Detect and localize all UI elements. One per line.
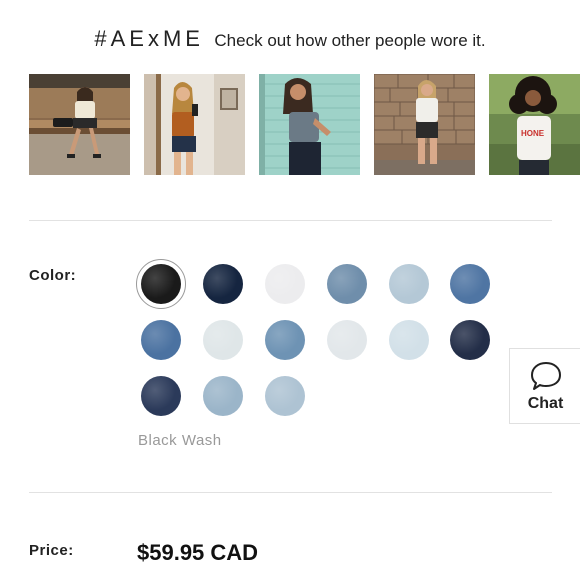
color-swatch-4[interactable] [327, 264, 367, 304]
price-label: Price: [29, 542, 74, 559]
gallery-photo-3[interactable] [259, 74, 360, 175]
ugc-header: #AExME Check out how other people wore i… [0, 26, 580, 52]
gallery-photo-4[interactable] [374, 74, 475, 175]
gallery-photo-5[interactable]: HONE [489, 74, 580, 175]
chat-button[interactable]: Chat [509, 348, 580, 424]
customer-photo-gallery: HONE [29, 74, 580, 175]
shirt-print: HONE [521, 129, 545, 138]
color-swatch-14[interactable] [203, 376, 243, 416]
hashtag: #AExME [94, 26, 204, 51]
color-swatch-11[interactable] [389, 320, 429, 360]
color-swatch-5[interactable] [389, 264, 429, 304]
color-swatch-9[interactable] [265, 320, 305, 360]
color-swatch-8[interactable] [203, 320, 243, 360]
gallery-photo-2[interactable] [144, 74, 245, 175]
color-swatch-7[interactable] [141, 320, 181, 360]
color-swatch-13[interactable] [141, 376, 181, 416]
gallery-photo-1[interactable] [29, 74, 130, 175]
color-swatch-15[interactable] [265, 376, 305, 416]
price-value: $59.95 CAD [137, 540, 259, 565]
divider-bottom [29, 492, 552, 493]
divider-top [29, 220, 552, 221]
color-swatch-10[interactable] [327, 320, 367, 360]
color-swatch-3[interactable] [265, 264, 305, 304]
color-swatch-6[interactable] [450, 264, 490, 304]
color-swatch-12[interactable] [450, 320, 490, 360]
color-label: Color: [29, 267, 77, 284]
color-swatch-1[interactable] [141, 264, 181, 304]
chat-label: Chat [527, 395, 564, 412]
chat-bubble-icon [531, 362, 561, 390]
tagline: Check out how other people wore it. [214, 31, 486, 50]
selected-color-name: Black Wash [138, 432, 222, 449]
color-swatch-2[interactable] [203, 264, 243, 304]
